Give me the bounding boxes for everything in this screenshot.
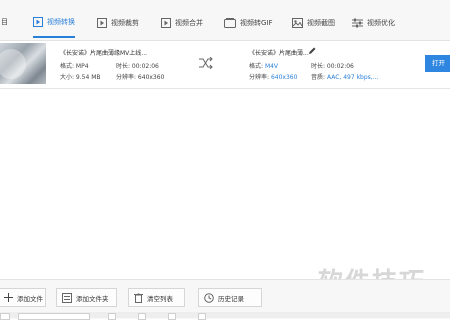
source-title: 《长安诺》片尾曲薄缘MV上线... xyxy=(60,50,148,57)
output-title: 《长安诺》片尾曲薄... xyxy=(249,50,309,57)
source-format: 格式: MP4 xyxy=(60,63,89,70)
video-crop-icon xyxy=(97,17,107,28)
history-button[interactable]: 历史记录 xyxy=(198,288,262,307)
output-resolution: 分辨率: 640x360 xyxy=(249,74,298,81)
tab-video-optimize[interactable]: 视频优化 xyxy=(352,7,395,38)
add-folder-button[interactable]: 添加文件夹 xyxy=(56,288,117,307)
history-label: 历史记录 xyxy=(218,294,244,303)
add-folder-label: 添加文件夹 xyxy=(76,294,109,303)
output-duration: 时长: 00:02:06 xyxy=(311,63,354,70)
tab-video-convert[interactable]: 视频转换 xyxy=(33,7,75,38)
tab-video-merge[interactable]: 视频合并 xyxy=(161,7,203,38)
clear-list-button[interactable]: 清空列表 xyxy=(128,288,185,307)
tab-label: 视频截图 xyxy=(307,18,335,27)
strip-control[interactable] xyxy=(0,313,10,320)
tab-video-screenshot[interactable]: 视频截图 xyxy=(292,7,335,38)
video-merge-icon xyxy=(161,17,171,28)
tab-label: 视频裁剪 xyxy=(111,18,139,27)
edit-pencil-icon[interactable] xyxy=(308,47,316,55)
screenshot-icon xyxy=(292,17,303,28)
strip-dropdown[interactable] xyxy=(18,313,90,320)
add-file-icon xyxy=(4,293,13,302)
output-quality[interactable]: 音质: AAC, 497 kbps,... xyxy=(311,72,378,81)
source-duration: 时长: 00:02:06 xyxy=(116,63,159,70)
video-convert-icon xyxy=(33,16,43,27)
open-button[interactable]: 打开 xyxy=(425,55,450,72)
gif-icon xyxy=(224,17,236,28)
add-file-button[interactable]: 添加文件 xyxy=(0,288,46,307)
folder-icon xyxy=(62,292,72,303)
video-thumbnail[interactable] xyxy=(0,43,46,84)
clear-list-label: 清空列表 xyxy=(147,294,173,303)
source-resolution: 分辨率: 640x360 xyxy=(116,74,165,81)
optimize-icon xyxy=(352,18,363,27)
strip-control[interactable] xyxy=(108,313,116,320)
output-format: 格式: M4V xyxy=(249,63,279,70)
strip-control[interactable] xyxy=(168,313,176,320)
tab-label: 视频转换 xyxy=(47,17,75,26)
strip-control[interactable] xyxy=(198,313,206,320)
tab-label: 视频转GIF xyxy=(240,18,273,27)
shuffle-convert-icon xyxy=(199,57,213,69)
tab-label: 视频合并 xyxy=(175,18,203,27)
tab-video-crop[interactable]: 视频裁剪 xyxy=(97,7,139,38)
trash-icon xyxy=(134,292,143,303)
bottom-settings-strip xyxy=(0,312,450,320)
function-tab-bar: 目 视频转换 视频裁剪 视频合并 视频转GIF 视频截图 视频优化 xyxy=(0,0,450,41)
tab-video-to-gif[interactable]: 视频转GIF xyxy=(224,7,273,38)
file-list-empty-area xyxy=(0,89,450,279)
source-size: 大小: 9.54 MB xyxy=(60,74,101,81)
tab-label: 视频优化 xyxy=(367,18,395,27)
strip-control[interactable] xyxy=(138,313,146,320)
tab-home-partial[interactable]: 目 xyxy=(1,17,8,27)
file-list-row[interactable]: 《长安诺》片尾曲薄缘MV上线... 格式: MP4 时长: 00:02:06 大… xyxy=(0,41,450,89)
clock-icon xyxy=(204,292,214,303)
add-file-label: 添加文件 xyxy=(17,294,43,303)
